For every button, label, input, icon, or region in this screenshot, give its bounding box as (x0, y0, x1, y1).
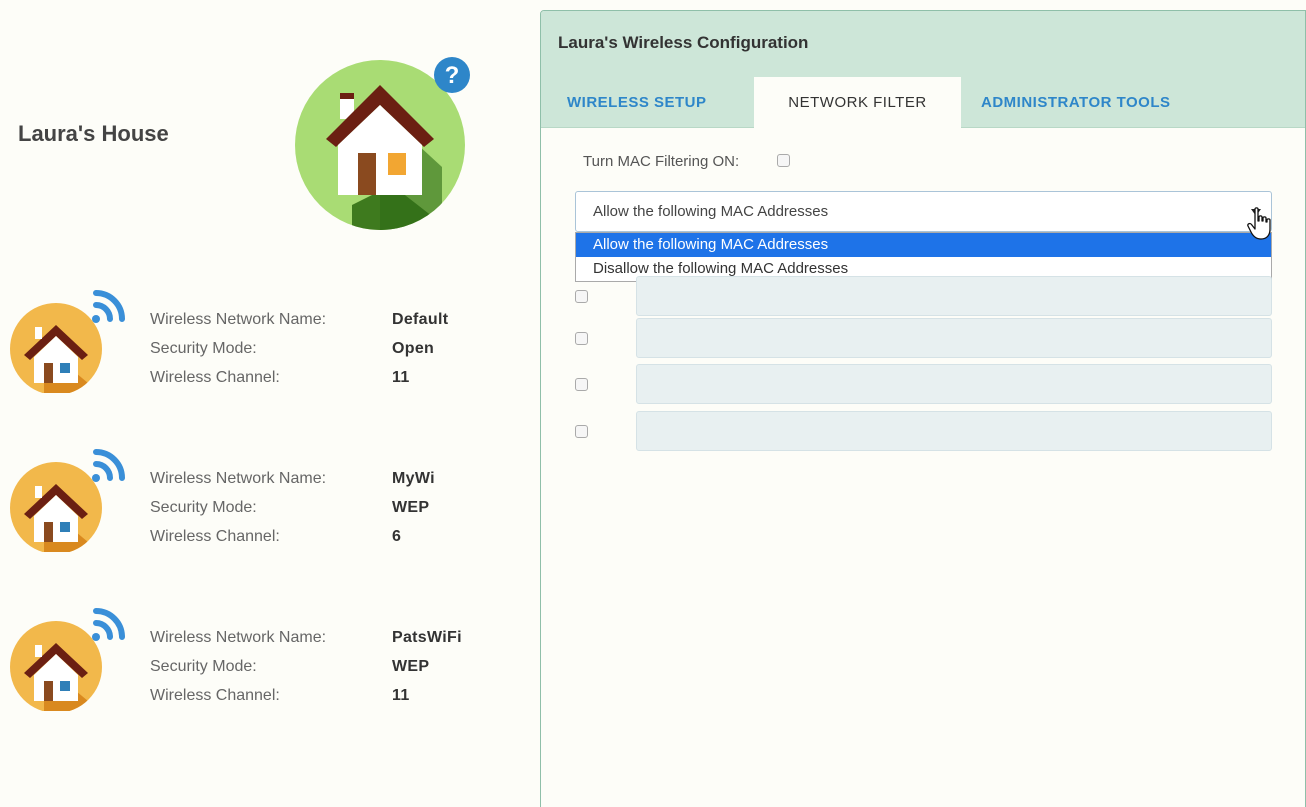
mac-row-checkbox[interactable] (575, 425, 588, 438)
dropdown-option-allow[interactable]: Allow the following MAC Addresses (576, 233, 1271, 257)
network-name-label: Wireless Network Name: (150, 311, 327, 328)
mac-filter-label: Turn MAC Filtering ON: (583, 153, 740, 170)
wireless-channel-label: Wireless Channel: (150, 687, 280, 704)
security-mode-value: WEP (392, 658, 430, 675)
mac-address-row (575, 411, 1275, 453)
panel-header: Laura's Wireless Configuration WIRELESS … (541, 11, 1305, 129)
tab-network-filter[interactable]: NETWORK FILTER (754, 77, 961, 129)
hand-cursor-icon (1247, 207, 1271, 240)
mac-address-input[interactable] (636, 411, 1272, 451)
network-entry: Wireless Network Name: Default Security M… (0, 283, 530, 413)
wifi-signal-icon (92, 290, 125, 323)
mac-filter-row: Turn MAC Filtering ON: (583, 153, 791, 170)
network-entry: Wireless Network Name: PatsWiFi Security … (0, 601, 530, 731)
wireless-channel-value: 11 (392, 687, 410, 704)
tab-wireless-setup[interactable]: WIRELESS SETUP (553, 77, 721, 128)
wireless-house-icon (10, 290, 125, 393)
mac-row-checkbox[interactable] (575, 290, 588, 303)
wireless-channel-label: Wireless Channel: (150, 528, 280, 545)
network-name-label: Wireless Network Name: (150, 470, 327, 487)
mac-address-row (575, 318, 1275, 360)
mac-address-row (575, 364, 1275, 406)
svg-text:?: ? (445, 62, 460, 89)
security-mode-label: Security Mode: (150, 658, 257, 675)
mac-filter-checkbox[interactable] (777, 154, 791, 168)
network-entry: Wireless Network Name: MyWi Security Mode… (0, 442, 530, 572)
mac-filter-mode-dropdown: Allow the following MAC Addresses Disall… (575, 232, 1272, 282)
wireless-channel-label: Wireless Channel: (150, 369, 280, 386)
mac-address-input[interactable] (636, 318, 1272, 358)
mac-address-input[interactable] (636, 364, 1272, 404)
panel-title: Laura's Wireless Configuration (558, 33, 809, 52)
tab-bar: WIRELESS SETUP NETWORK FILTER ADMINISTRA… (541, 77, 1305, 129)
network-name-value: PatsWiFi (392, 629, 462, 646)
house-avatar-icon: ? (295, 57, 470, 230)
wifi-signal-icon (92, 449, 125, 482)
wireless-house-icon (10, 608, 125, 711)
tab-administrator-tools[interactable]: ADMINISTRATOR TOOLS (967, 77, 1185, 128)
security-mode-label: Security Mode: (150, 340, 257, 357)
security-mode-value: WEP (392, 499, 430, 516)
wireless-channel-value: 11 (392, 369, 410, 386)
mac-filter-mode-select[interactable]: Allow the following MAC Addresses (575, 191, 1272, 232)
house-title: Laura's House (18, 121, 169, 146)
wireless-channel-value: 6 (392, 528, 402, 545)
mac-row-checkbox[interactable] (575, 332, 588, 345)
mac-address-input[interactable] (636, 276, 1272, 316)
wireless-config-panel: Laura's Wireless Configuration WIRELESS … (540, 10, 1306, 807)
security-mode-value: Open (392, 340, 435, 357)
mac-address-row (575, 276, 1275, 318)
network-name-label: Wireless Network Name: (150, 629, 327, 646)
mac-row-checkbox[interactable] (575, 378, 588, 391)
wireless-house-icon (10, 449, 125, 552)
wifi-signal-icon (92, 608, 125, 641)
network-name-value: Default (392, 311, 449, 328)
help-icon: ? (434, 57, 470, 93)
select-value: Allow the following MAC Addresses (593, 203, 829, 220)
security-mode-label: Security Mode: (150, 499, 257, 516)
network-name-value: MyWi (392, 470, 435, 487)
